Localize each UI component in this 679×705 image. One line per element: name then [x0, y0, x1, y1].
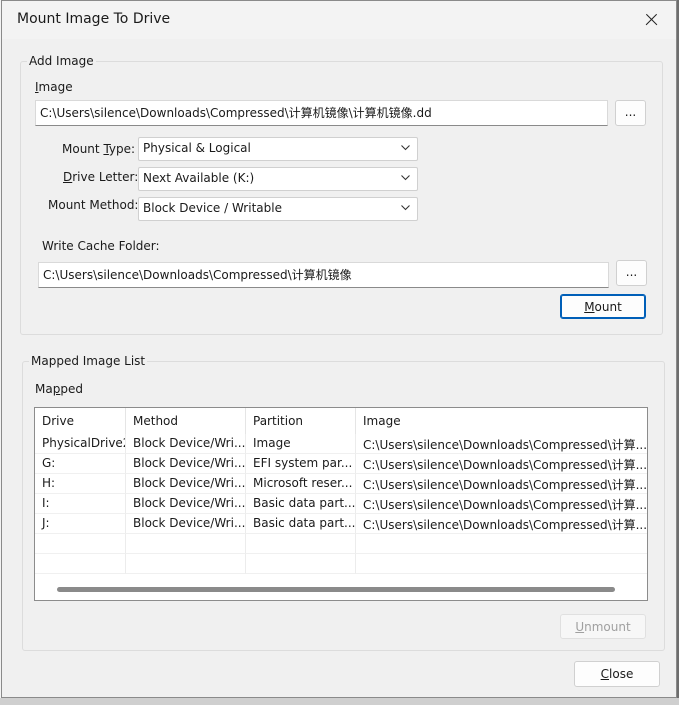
mapped-image-legend: Mapped Image List [29, 354, 148, 368]
cell-method: Block Device/Wri... [126, 494, 246, 514]
image-path-field[interactable]: C:\Users\silence\Downloads\Compressed\计算… [35, 100, 608, 126]
table-row[interactable]: H: Block Device/Wri... Microsoft reser..… [35, 474, 647, 494]
mount-type-value: Physical & Logical [143, 141, 251, 155]
cell-method: Block Device/Wri... [126, 454, 246, 474]
cell-empty [246, 534, 356, 554]
cell-empty [246, 554, 356, 574]
mount-method-select[interactable]: Block Device / Writable [138, 197, 418, 221]
add-image-legend: Add Image [27, 54, 96, 68]
cell-partition: Basic data part... [246, 494, 356, 514]
cell-method: Block Device/Wri... [126, 434, 246, 454]
cell-image: C:\Users\silence\Downloads\Compressed\计算… [356, 434, 647, 454]
cell-drive: I: [35, 494, 126, 514]
chevron-down-icon [401, 175, 410, 181]
mapped-image-list[interactable]: Drive Method Partition Image PhysicalDri… [34, 407, 648, 601]
column-header-partition[interactable]: Partition [246, 408, 356, 434]
close-button[interactable]: Close [574, 661, 660, 687]
empty-row [35, 534, 647, 554]
dialog-title: Mount Image To Drive [17, 11, 171, 27]
cell-drive: PhysicalDrive2 [35, 434, 126, 454]
cell-partition: EFI system par... [246, 454, 356, 474]
list-header: Drive Method Partition Image [35, 408, 647, 434]
drive-letter-select[interactable]: Next Available (K:) [138, 167, 418, 191]
cell-image: C:\Users\silence\Downloads\Compressed\计算… [356, 494, 647, 514]
unmount-button[interactable]: Unmount [560, 614, 646, 639]
empty-row [35, 554, 647, 574]
mount-type-label: Mount Type: [62, 142, 136, 156]
column-header-drive[interactable]: Drive [35, 408, 126, 434]
title-bar: Mount Image To Drive [2, 1, 676, 39]
write-cache-field[interactable]: C:\Users\silence\Downloads\Compressed\计算… [38, 262, 609, 288]
mount-method-value: Block Device / Writable [143, 201, 282, 215]
cell-empty [356, 534, 647, 554]
table-row[interactable]: J: Block Device/Wri... Basic data part..… [35, 514, 647, 534]
write-cache-label: Write Cache Folder: [42, 239, 160, 253]
cell-partition: Basic data part... [246, 514, 356, 534]
close-icon[interactable] [636, 6, 666, 34]
table-row[interactable]: G: Block Device/Wri... EFI system par...… [35, 454, 647, 474]
horizontal-scrollbar[interactable] [57, 587, 615, 592]
mount-method-label: Mount Method: [48, 198, 139, 212]
cell-image: C:\Users\silence\Downloads\Compressed\计算… [356, 454, 647, 474]
cell-drive: J: [35, 514, 126, 534]
mount-button[interactable]: Mount [560, 294, 646, 319]
cell-empty [35, 534, 126, 554]
cell-empty [126, 554, 246, 574]
background-edge-bottom [0, 698, 679, 705]
image-label: Image [35, 80, 73, 94]
column-header-image[interactable]: Image [356, 408, 647, 434]
cell-drive: H: [35, 474, 126, 494]
cell-image: C:\Users\silence\Downloads\Compressed\计算… [356, 474, 647, 494]
cell-method: Block Device/Wri... [126, 474, 246, 494]
chevron-down-icon [401, 205, 410, 211]
cache-browse-button[interactable]: ... [616, 260, 647, 286]
table-row[interactable]: PhysicalDrive2 Block Device/Wri... Image… [35, 434, 647, 454]
drive-letter-label: Drive Letter: [63, 170, 139, 184]
mapped-label: Mapped [35, 382, 83, 396]
cell-image: C:\Users\silence\Downloads\Compressed\计算… [356, 514, 647, 534]
mount-type-select[interactable]: Physical & Logical [138, 137, 418, 161]
cell-drive: G: [35, 454, 126, 474]
cell-partition: Microsoft reser... [246, 474, 356, 494]
mount-image-dialog: Mount Image To Drive Add Image Image C:\… [1, 0, 677, 698]
chevron-down-icon [401, 145, 410, 151]
image-browse-button[interactable]: ... [615, 100, 646, 126]
table-row[interactable]: I: Block Device/Wri... Basic data part..… [35, 494, 647, 514]
cell-partition: Image [246, 434, 356, 454]
cell-empty [35, 554, 126, 574]
drive-letter-value: Next Available (K:) [143, 171, 255, 185]
cell-method: Block Device/Wri... [126, 514, 246, 534]
column-header-method[interactable]: Method [126, 408, 246, 434]
cell-empty [356, 554, 647, 574]
cell-empty [126, 534, 246, 554]
